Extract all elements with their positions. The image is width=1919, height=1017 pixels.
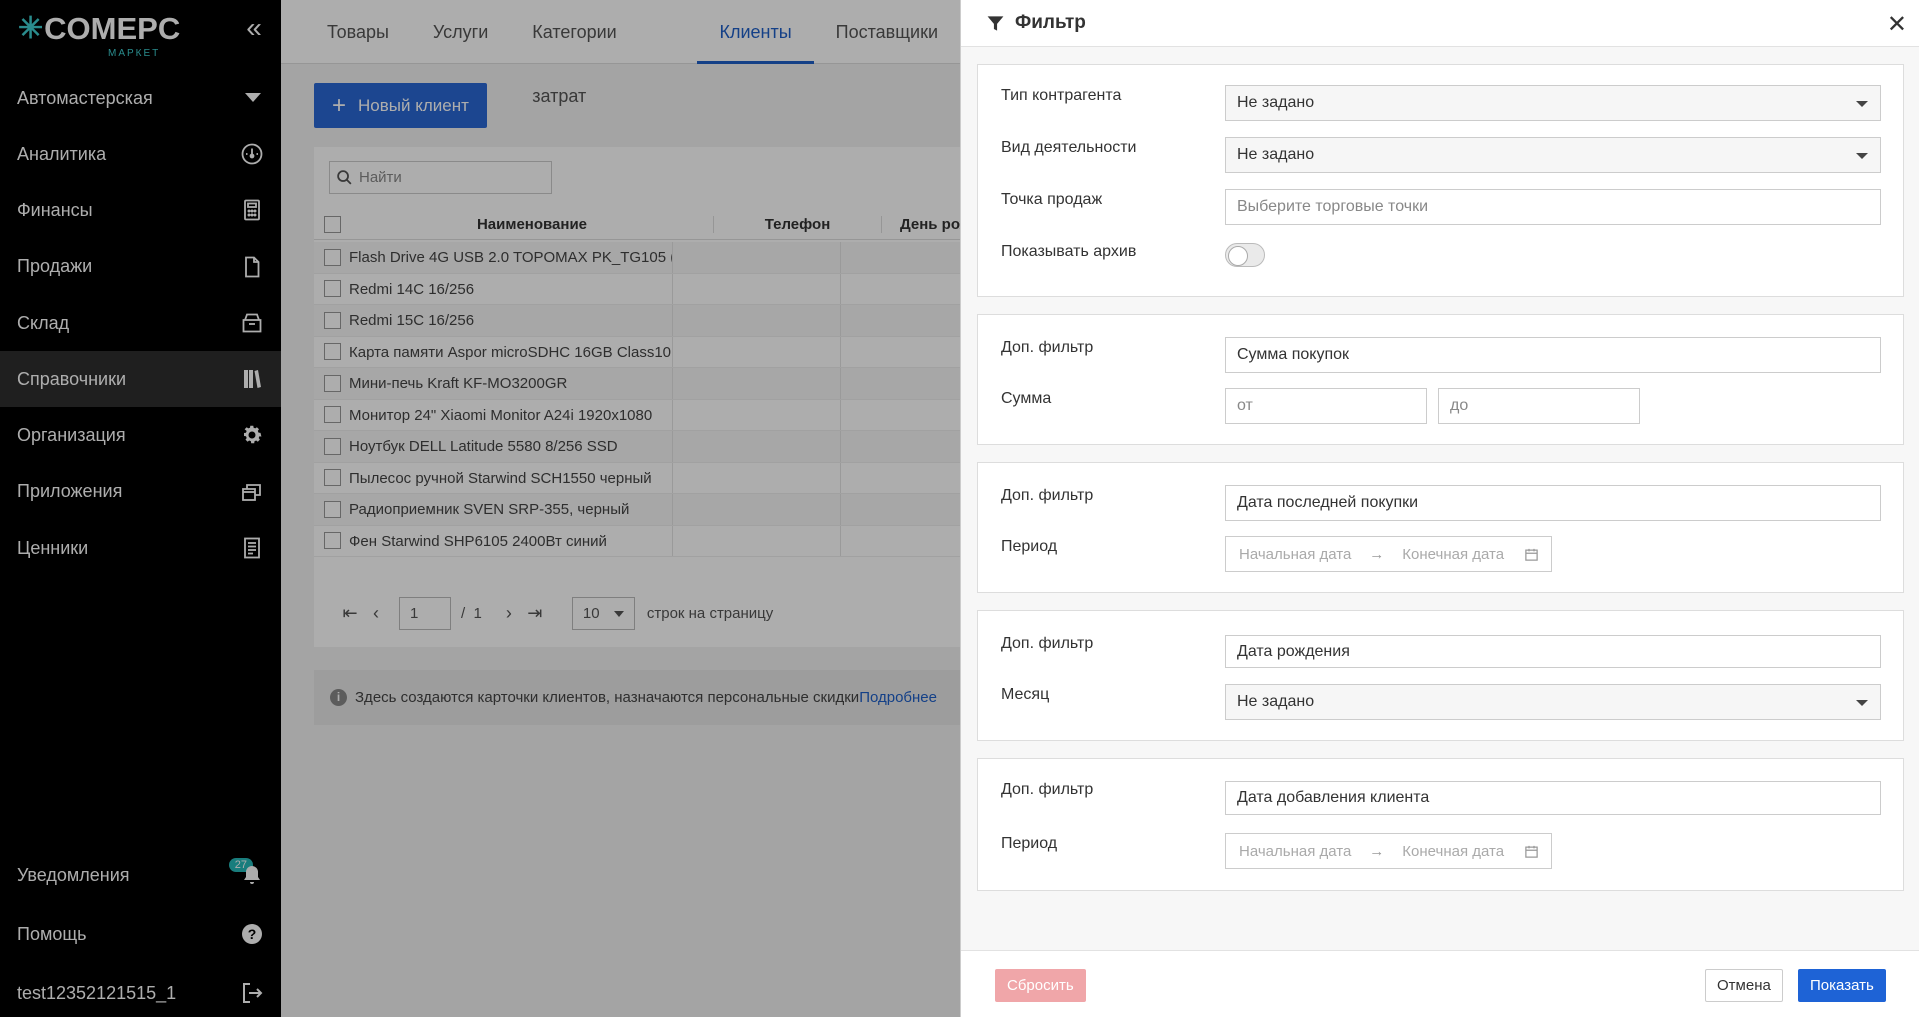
extra-filter-label: Доп. фильтр (1001, 635, 1094, 652)
sum-from-input[interactable]: от (1225, 388, 1427, 424)
extra-filter-label: Доп. фильтр (1001, 781, 1094, 798)
filter-section-birthday: Доп. фильтр Дата рождения Месяц Не задан… (977, 610, 1904, 741)
sum-filter-input[interactable]: Сумма покупок (1225, 337, 1881, 373)
calendar-icon (1525, 548, 1538, 561)
extra-filter-label: Доп. фильтр (1001, 339, 1094, 356)
contractor-type-label: Тип контрагента (1001, 87, 1122, 104)
reset-button[interactable]: Сбросить (995, 969, 1086, 1002)
sum-to-input[interactable]: до (1438, 388, 1640, 424)
show-button[interactable]: Показать (1798, 969, 1886, 1002)
date-added-row: Доп. фильтр Дата добавления клиента (978, 781, 1903, 817)
birthday-input[interactable]: Дата рождения (1225, 635, 1881, 668)
sales-point-label: Точка продаж (1001, 191, 1103, 208)
month-select[interactable]: Не задано (1225, 684, 1881, 720)
chevron-down-icon (1856, 153, 1868, 159)
period-label: Период (1001, 538, 1058, 555)
date-added-period-row: Период Начальная дата → Конечная дата (978, 833, 1903, 869)
activity-label: Вид деятельности (1001, 139, 1137, 156)
date-added-input[interactable]: Дата добавления клиента (1225, 781, 1881, 815)
arrow-right-icon: → (1369, 545, 1385, 563)
contractor-type-row: Тип контрагента Не задано (978, 85, 1903, 121)
sum-filter-row: Доп. фильтр Сумма покупок (978, 337, 1903, 373)
extra-filter-label: Доп. фильтр (1001, 487, 1094, 504)
filter-icon (987, 15, 1004, 31)
contractor-type-value: Не задано (1237, 94, 1315, 111)
filter-section-sum: Доп. фильтр Сумма покупок Сумма от до (977, 314, 1904, 445)
filter-drawer: Фильтр ✕ Тип контрагента Не задано Вид д… (960, 0, 1919, 1017)
end-date-placeholder: Конечная дата (1402, 545, 1505, 563)
contractor-type-select[interactable]: Не задано (1225, 85, 1881, 121)
last-purchase-input[interactable]: Дата последней покупки (1225, 485, 1881, 521)
chevron-down-icon (1856, 700, 1868, 706)
birthday-row: Доп. фильтр Дата рождения (978, 635, 1903, 671)
sales-point-row: Точка продаж Выберите торговые точки (978, 189, 1903, 225)
close-icon[interactable]: ✕ (1887, 10, 1907, 39)
sum-label: Сумма (1001, 390, 1052, 407)
chevron-down-icon (1856, 101, 1868, 107)
period-label: Период (1001, 835, 1058, 852)
last-purchase-date-range[interactable]: Начальная дата → Конечная дата (1225, 536, 1552, 572)
activity-value: Не задано (1237, 146, 1315, 163)
month-value: Не задано (1237, 693, 1315, 710)
filter-footer: Сбросить Отмена Показать (961, 950, 1919, 1017)
date-added-date-range[interactable]: Начальная дата → Конечная дата (1225, 833, 1552, 869)
calendar-icon (1525, 845, 1538, 858)
filter-section-last-purchase: Доп. фильтр Дата последней покупки Перио… (977, 462, 1904, 593)
cancel-button[interactable]: Отмена (1705, 969, 1783, 1002)
filter-section-main: Тип контрагента Не задано Вид деятельнос… (977, 64, 1904, 297)
last-purchase-row: Доп. фильтр Дата последней покупки (978, 485, 1903, 521)
start-date-placeholder: Начальная дата (1239, 842, 1352, 860)
start-date-placeholder: Начальная дата (1239, 545, 1352, 563)
month-row: Месяц Не задано (978, 684, 1903, 720)
archive-toggle[interactable] (1225, 243, 1265, 267)
archive-row: Показывать архив (978, 237, 1903, 273)
arrow-right-icon: → (1369, 842, 1385, 860)
filter-title: Фильтр (1015, 12, 1086, 33)
sum-range-row: Сумма от до (978, 388, 1903, 424)
last-purchase-period-row: Период Начальная дата → Конечная дата (978, 536, 1903, 572)
filter-header: Фильтр ✕ (961, 0, 1919, 47)
month-label: Месяц (1001, 686, 1050, 703)
filter-section-date-added: Доп. фильтр Дата добавления клиента Пери… (977, 758, 1904, 891)
archive-label: Показывать архив (1001, 243, 1137, 260)
end-date-placeholder: Конечная дата (1402, 842, 1505, 860)
modal-overlay[interactable] (0, 0, 960, 1017)
sales-point-input[interactable]: Выберите торговые точки (1225, 189, 1881, 225)
activity-row: Вид деятельности Не задано (978, 137, 1903, 173)
activity-select[interactable]: Не задано (1225, 137, 1881, 173)
